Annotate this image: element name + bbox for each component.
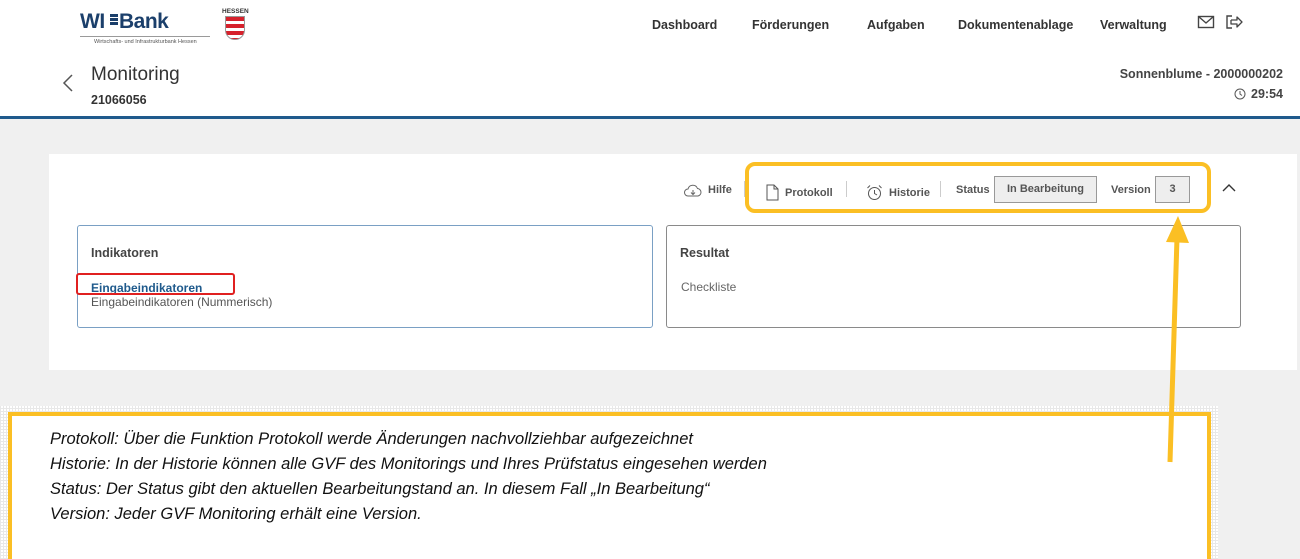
crest-label: HESSEN: [222, 8, 249, 15]
back-chevron-icon[interactable]: [62, 73, 74, 93]
logo-divider: [80, 36, 210, 37]
link-highlight-frame: [76, 273, 235, 295]
result-panel: Resultat Checkliste: [666, 225, 1241, 328]
mail-icon[interactable]: [1197, 14, 1215, 30]
clock-icon: [1234, 88, 1246, 100]
logo-subtitle: Wirtschafts- und Infrastrukturbank Hesse…: [94, 39, 197, 45]
nav-aufgaben[interactable]: Aufgaben: [867, 18, 925, 32]
nav-dokumentenablage[interactable]: Dokumentenablage: [958, 18, 1073, 32]
help-label: Hilfe: [708, 184, 732, 196]
toolbar-highlight-frame: [745, 162, 1211, 213]
page-title: Monitoring: [91, 64, 180, 85]
timer-value: 29:54: [1251, 87, 1283, 101]
annotation-line: Version: Jeder GVF Monitoring erhält ein…: [50, 505, 422, 523]
page-id: 21066056: [91, 93, 147, 107]
nav-foerderungen[interactable]: Förderungen: [752, 18, 829, 32]
logo-bars-icon: [110, 14, 118, 28]
crest-shield-icon: [225, 16, 245, 40]
result-title: Resultat: [680, 246, 730, 260]
annotation-line: Protokoll: Über die Funktion Protokoll w…: [50, 430, 693, 448]
hessen-crest: HESSEN: [222, 8, 249, 44]
input-indicators-subtitle: Eingabeindikatoren (Nummerisch): [91, 295, 273, 309]
collapse-chevron-icon[interactable]: [1221, 183, 1237, 193]
indicators-title: Indikatoren: [91, 246, 159, 260]
help-button[interactable]: Hilfe: [684, 184, 732, 198]
checklist-item[interactable]: Checkliste: [681, 280, 736, 294]
annotation-line: Status: Der Status gibt den aktuellen Be…: [50, 480, 710, 498]
session-timer: 29:54: [1234, 87, 1283, 101]
logout-icon[interactable]: [1225, 14, 1243, 30]
nav-dashboard[interactable]: Dashboard: [652, 18, 717, 32]
annotation-line: Historie: In der Historie können alle GV…: [50, 455, 767, 473]
logo-wi-text: WI: [80, 10, 105, 33]
cloud-download-icon: [684, 184, 702, 197]
logo-bank-text: Bank: [119, 10, 169, 33]
user-label: Sonnenblume - 2000000202: [1119, 67, 1283, 81]
nav-verwaltung[interactable]: Verwaltung: [1100, 18, 1167, 32]
